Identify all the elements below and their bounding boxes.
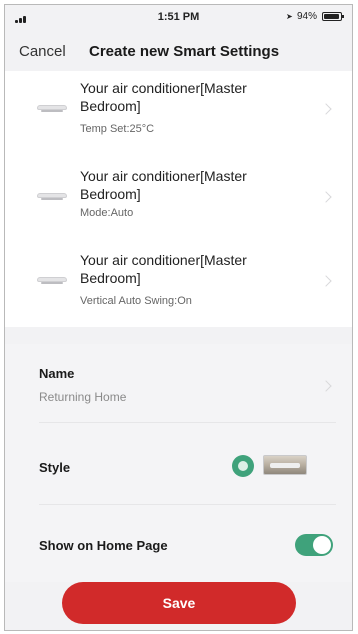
status-right: ➤ 94% [285, 11, 344, 22]
chevron-right-icon [320, 191, 332, 203]
show-home-label: Show on Home Page [39, 538, 168, 553]
list-item[interactable]: Your air conditioner[Master Bedroom] Tem… [5, 71, 352, 151]
action-detail: Vertical Auto Swing:On [80, 295, 192, 307]
green-circle-icon[interactable] [232, 455, 254, 477]
settings-section: Name Returning Home Style Show on Home P… [5, 344, 352, 582]
cancel-button[interactable]: Cancel [19, 43, 66, 60]
style-thumbnail[interactable] [263, 455, 307, 475]
list-item[interactable]: Your air conditioner[Master Bedroom] Mod… [5, 159, 352, 239]
battery-fill [324, 14, 339, 19]
action-title: Your air conditioner[Master Bedroom] [80, 80, 247, 114]
divider [39, 422, 336, 423]
page-title: Create new Smart Settings [89, 43, 280, 60]
action-title: Your air conditioner[Master Bedroom] [80, 168, 247, 202]
air-conditioner-icon [37, 193, 67, 201]
style-label: Style [39, 460, 71, 475]
chevron-right-icon [320, 275, 332, 287]
save-button[interactable]: Save [62, 582, 296, 624]
show-home-toggle[interactable] [295, 534, 333, 556]
location-arrow-icon: ➤ [285, 11, 293, 21]
list-item[interactable]: Your air conditioner[Master Bedroom] Ver… [5, 243, 352, 323]
air-conditioner-icon [37, 105, 67, 113]
divider [39, 504, 336, 505]
status-bar: 1:51 PM ➤ 94% [5, 5, 352, 29]
name-label: Name [39, 366, 75, 381]
battery-percent: 94% [296, 11, 317, 22]
air-conditioner-icon [37, 277, 67, 285]
phone-screen: 1:51 PM ➤ 94% Cancel Create new Smart Se… [4, 4, 353, 631]
toggle-knob [313, 536, 331, 554]
chevron-right-icon [320, 380, 332, 392]
actions-list: Your air conditioner[Master Bedroom] Tem… [5, 71, 352, 327]
chevron-right-icon [320, 103, 332, 115]
action-detail: Mode:Auto [80, 207, 134, 219]
action-detail: Temp Set:25°C [80, 123, 155, 135]
name-value[interactable]: Returning Home [39, 390, 126, 404]
nav-bar: Cancel Create new Smart Settings [5, 33, 352, 67]
action-title: Your air conditioner[Master Bedroom] [80, 252, 247, 286]
battery-icon [322, 12, 344, 21]
